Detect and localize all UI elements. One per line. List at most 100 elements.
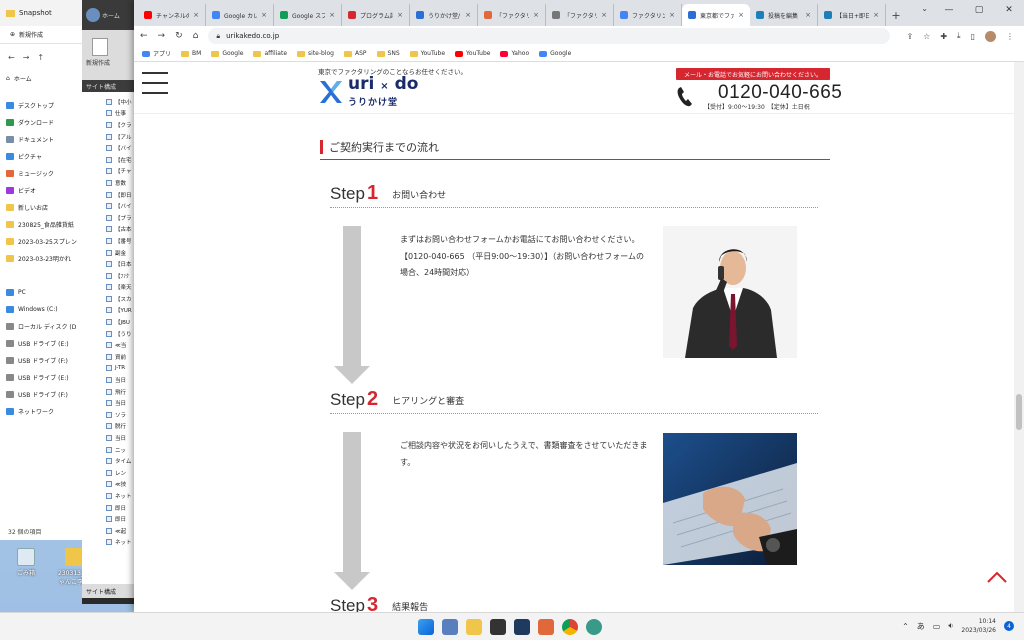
tab-close-icon[interactable]: × xyxy=(873,11,879,19)
volume-icon[interactable]: 🔉︎ xyxy=(948,621,953,631)
bookmark-item[interactable]: アプリ xyxy=(142,49,171,58)
tab-close-icon[interactable]: × xyxy=(193,11,199,19)
menu-icon[interactable]: ⋮ xyxy=(1006,32,1014,41)
tree-item[interactable]: USB ドライブ (F:) xyxy=(6,386,85,403)
tree-item[interactable]: USB ドライブ (E:) xyxy=(6,335,85,352)
builder-list-item[interactable]: 【中小 xyxy=(82,96,142,108)
clock[interactable]: 10:14 2023/03/26 xyxy=(961,617,996,635)
download-icon[interactable]: ⤓ xyxy=(957,31,961,41)
builder-list-item[interactable]: 【スカ xyxy=(82,293,142,305)
tree-item[interactable]: 新しいお店 xyxy=(6,199,85,216)
tray-expand-icon[interactable]: ⌃ xyxy=(902,622,909,631)
builder-list-item[interactable]: レン xyxy=(82,467,142,479)
browser-tab[interactable]: プログラム詳 × xyxy=(342,4,410,26)
bookmark-item[interactable]: YouTube xyxy=(409,50,445,57)
browser-tab[interactable]: 東京都でファ × xyxy=(682,4,750,26)
browser-tab[interactable]: 【当日+即日 × xyxy=(818,4,886,26)
address-bar[interactable]: 🔒︎ urikakedo.co.jp xyxy=(208,28,891,44)
tab-close-icon[interactable]: × xyxy=(465,11,471,19)
app-icon[interactable] xyxy=(514,619,530,635)
builder-list-item[interactable]: 【バイ xyxy=(82,200,142,212)
builder-list-item[interactable]: 当日 xyxy=(82,432,142,444)
builder-list-item[interactable]: ≪当 xyxy=(82,339,142,351)
builder-list-item[interactable]: 【番号 xyxy=(82,235,142,247)
tree-item[interactable] xyxy=(6,267,85,284)
star-icon[interactable]: ☆ xyxy=(923,32,930,41)
browser-tab[interactable]: 「ファクタリン × xyxy=(478,4,546,26)
builder-list-item[interactable]: 即日 xyxy=(82,513,142,525)
builder-home-tab[interactable]: ホーム xyxy=(102,11,120,20)
builder-list-item[interactable]: 資前 xyxy=(82,351,142,363)
profile-avatar[interactable] xyxy=(985,30,996,42)
tree-item[interactable]: ネットワーク xyxy=(6,403,85,420)
tree-item[interactable]: ピクチャ xyxy=(6,148,85,165)
builder-list-item[interactable]: タイム xyxy=(82,455,142,467)
tab-close-icon[interactable]: × xyxy=(601,11,607,19)
builder-list-item[interactable]: 【即日 xyxy=(82,189,142,201)
tree-item-home[interactable]: ⌂ ホーム xyxy=(6,70,85,87)
builder-list-item[interactable]: 【在宅 xyxy=(82,154,142,166)
reload-icon[interactable]: ↻ xyxy=(175,31,183,41)
tab-close-icon[interactable]: × xyxy=(533,11,539,19)
builder-list-item[interactable]: 【日本 xyxy=(82,258,142,270)
tab-close-icon[interactable]: × xyxy=(329,11,335,19)
browser-tab[interactable]: 「ファクタリン × xyxy=(546,4,614,26)
bookmark-item[interactable]: YouTube xyxy=(455,50,490,57)
bookmark-item[interactable]: BM xyxy=(181,50,201,57)
tab-close-icon[interactable]: × xyxy=(397,11,403,19)
builder-list-item[interactable]: 【YUR xyxy=(82,305,142,317)
notification-badge[interactable]: 4 xyxy=(1004,621,1014,631)
builder-list-item[interactable]: 【うり xyxy=(82,328,142,340)
builder-list-item[interactable]: 【アル xyxy=(82,131,142,143)
bookmark-item[interactable]: affiliate xyxy=(253,50,287,57)
builder-list-item[interactable]: 飛行 xyxy=(82,386,142,398)
tree-item[interactable]: USB ドライブ (F:) xyxy=(6,352,85,369)
up-icon[interactable]: ↑ xyxy=(37,53,44,62)
tab-close-icon[interactable]: × xyxy=(738,11,744,19)
bookmark-item[interactable]: ASP xyxy=(344,50,367,57)
builder-list-item[interactable]: 副金 xyxy=(82,247,142,259)
recycle-bin-icon[interactable]: ごみ箱 xyxy=(8,548,44,577)
globe-app-icon[interactable] xyxy=(586,619,602,635)
bookmark-item[interactable]: Google xyxy=(211,50,243,57)
tree-item[interactable]: ダウンロード xyxy=(6,114,85,131)
tab-close-icon[interactable]: × xyxy=(669,11,675,19)
back-icon[interactable]: ← xyxy=(8,53,15,62)
ime-indicator[interactable]: あ xyxy=(917,621,925,632)
tree-item[interactable]: デスクトップ xyxy=(6,97,85,114)
site-logo[interactable]: uri × do うりかけ堂 xyxy=(318,76,418,108)
builder-list-item[interactable]: 当日 xyxy=(82,374,142,386)
builder-list-item[interactable]: J-TR xyxy=(82,363,142,375)
builder-list-item[interactable]: ネット xyxy=(82,490,142,502)
maximize-icon[interactable]: ▢ xyxy=(964,0,994,20)
builder-list-item[interactable]: 仕事 xyxy=(82,108,142,120)
builder-list-item[interactable]: 【バイ xyxy=(82,142,142,154)
builder-list-item[interactable]: 【クラ xyxy=(82,119,142,131)
builder-list-item[interactable]: 意数 xyxy=(82,177,142,189)
contact-button[interactable]: メール・お電話でお気軽にお問い合わせください。 xyxy=(676,68,830,80)
forward-icon[interactable]: → xyxy=(23,53,30,62)
tree-item[interactable]: 230825_食品雑貨紙 xyxy=(6,216,85,233)
browser-tab[interactable]: チャンネルの × xyxy=(138,4,206,26)
network-icon[interactable]: ▭ xyxy=(933,622,941,631)
builder-list-item[interactable]: 【プラ xyxy=(82,212,142,224)
builder-list-item[interactable]: 【古本 xyxy=(82,224,142,236)
paint-icon[interactable] xyxy=(538,619,554,635)
tree-item[interactable]: ミュージック xyxy=(6,165,85,182)
tree-item[interactable]: ドキュメント xyxy=(6,131,85,148)
builder-list-item[interactable]: ソラ xyxy=(82,409,142,421)
explorer-new-button[interactable]: ⊕ 新規作成 xyxy=(0,26,85,44)
home-icon[interactable]: ⌂ xyxy=(193,31,199,41)
browser-tab[interactable]: Google スプ × xyxy=(274,4,342,26)
close-icon[interactable]: ✕ xyxy=(994,0,1024,20)
builder-list-item[interactable]: 即日 xyxy=(82,502,142,514)
phone-number[interactable]: 0120-040-665 xyxy=(718,82,842,104)
bookmark-item[interactable]: site-blog xyxy=(297,50,334,57)
forward-icon[interactable]: → xyxy=(158,31,166,41)
tab-search-icon[interactable]: ⌄ xyxy=(921,4,928,13)
builder-list-item[interactable]: 当日 xyxy=(82,397,142,409)
browser-tab[interactable]: 投稿を編集 × xyxy=(750,4,818,26)
tab-close-icon[interactable]: × xyxy=(805,11,811,19)
side-panel-icon[interactable]: ▯ xyxy=(971,32,975,41)
browser-tab[interactable]: ファクタリング × xyxy=(614,4,682,26)
